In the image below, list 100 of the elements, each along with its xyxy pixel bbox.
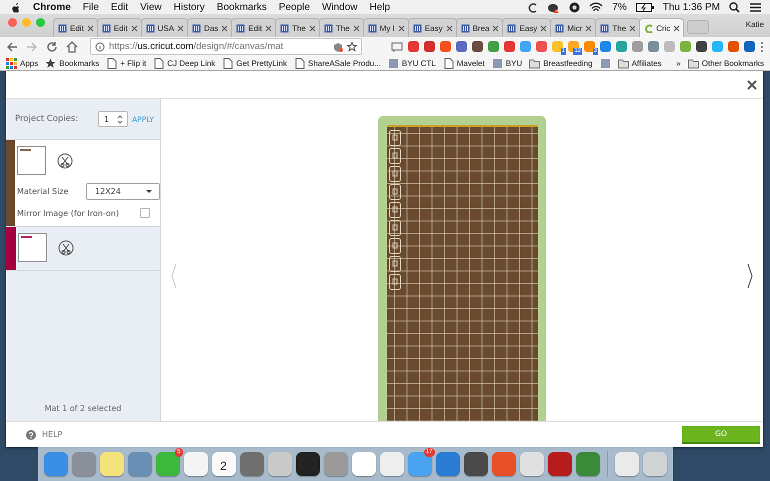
app-icon[interactable] <box>296 452 320 476</box>
close-icon[interactable] <box>86 24 94 32</box>
menu-item[interactable]: People <box>278 2 310 12</box>
help-link[interactable]: HELP <box>42 430 62 439</box>
copies-field[interactable]: 1 <box>98 111 128 127</box>
tab-title: Edit <box>248 24 262 32</box>
extension-icon[interactable] <box>408 41 419 52</box>
tab-title: The <box>292 24 306 32</box>
favicon-icon <box>280 24 290 32</box>
stepper-icon[interactable] <box>117 114 124 124</box>
copies-label: Project Copies: <box>15 114 80 124</box>
close-icon[interactable] <box>308 24 316 32</box>
menu-item[interactable]: Bookmarks <box>216 2 267 12</box>
extension-icon[interactable] <box>696 41 707 52</box>
extension-icon[interactable] <box>504 41 515 52</box>
apps-icon[interactable] <box>6 58 17 68</box>
app-menu[interactable]: Chrome <box>33 2 71 12</box>
favicon-icon <box>192 24 202 32</box>
star-icon[interactable] <box>45 58 56 68</box>
tab-title: Cric <box>656 24 670 32</box>
menu-item[interactable]: Help <box>370 2 390 12</box>
favicon-icon <box>644 24 654 32</box>
menu-item[interactable]: Window <box>322 2 358 12</box>
tab-title: My I <box>380 24 395 32</box>
help-icon[interactable] <box>26 430 36 440</box>
bookmark-link[interactable]: Apps <box>20 58 38 68</box>
close-icon[interactable] <box>265 24 272 32</box>
tab-title: Edit <box>114 24 128 32</box>
bookmark-link[interactable]: BYU <box>506 58 522 68</box>
tab-title: Edit <box>70 24 84 32</box>
close-icon[interactable] <box>221 24 228 32</box>
extension-icon[interactable] <box>424 41 435 52</box>
back-icon[interactable] <box>6 40 18 52</box>
bookmark-link[interactable]: Other Bookmarks <box>702 58 764 68</box>
mat-thumbnail[interactable] <box>17 146 46 175</box>
close-icon[interactable] <box>585 24 592 32</box>
extension-icon[interactable] <box>744 41 755 52</box>
close-icon[interactable] <box>446 24 453 32</box>
menu-icon[interactable] <box>749 2 762 12</box>
app-icon[interactable]: 2 <box>212 452 236 476</box>
close-icon[interactable] <box>130 24 138 32</box>
favicon-icon <box>324 24 333 32</box>
battery-percent: 7% <box>612 2 627 12</box>
close-icon[interactable] <box>398 24 405 32</box>
menu-item[interactable]: Edit <box>110 2 128 12</box>
site-icon[interactable] <box>492 58 503 68</box>
home-icon[interactable] <box>66 40 78 52</box>
apple-icon[interactable] <box>10 2 21 12</box>
extension-icon[interactable] <box>456 41 467 52</box>
material-size-select[interactable]: 12X24 <box>86 183 160 200</box>
mat-item[interactable] <box>6 227 160 271</box>
chevron-right-icon[interactable] <box>747 263 753 289</box>
bookmark-link[interactable]: CJ Deep Link <box>167 58 216 68</box>
more-icon[interactable] <box>760 40 764 52</box>
bookmark-link[interactable]: + Flip it <box>120 58 146 68</box>
favicon-icon <box>236 24 246 32</box>
search-icon[interactable] <box>729 2 740 12</box>
menu-item[interactable]: History <box>174 2 205 12</box>
crescent-icon[interactable] <box>527 2 538 12</box>
browser-tab[interactable]: Edit <box>53 18 98 37</box>
close-icon[interactable] <box>352 24 360 32</box>
tab-title: Easy <box>424 24 443 32</box>
cast-icon[interactable] <box>391 40 403 52</box>
site-icon[interactable] <box>388 58 399 68</box>
profile-name[interactable]: Katie <box>746 20 764 29</box>
battery-icon[interactable] <box>636 2 654 12</box>
close-icon[interactable] <box>747 80 757 90</box>
mat-thumbnail[interactable] <box>18 233 47 262</box>
star-icon[interactable] <box>347 42 357 52</box>
menu-item[interactable]: File <box>82 2 99 12</box>
overflow-chevron[interactable]: » <box>676 58 681 68</box>
shield-icon[interactable] <box>333 42 343 52</box>
site-icon[interactable] <box>600 58 611 68</box>
close-icon[interactable] <box>492 24 500 32</box>
favicon-icon <box>460 24 470 32</box>
scissors-icon[interactable] <box>58 240 74 256</box>
close-icon[interactable] <box>177 24 184 32</box>
scissors-icon[interactable] <box>57 152 73 168</box>
reload-icon[interactable] <box>46 40 58 52</box>
close-icon[interactable] <box>540 24 548 32</box>
extension-icon[interactable] <box>472 41 483 52</box>
bookmark-link[interactable]: Breastfeeding <box>543 58 593 68</box>
bookmark-link[interactable]: BYU CTL <box>402 58 436 68</box>
browser-tab[interactable]: Cric <box>639 18 684 37</box>
tab-title: The <box>612 24 626 32</box>
close-icon[interactable] <box>629 24 636 32</box>
menubar-clock[interactable]: Thu 1:36 PM <box>662 2 720 12</box>
bookmark-link[interactable]: Mavelet <box>456 58 485 68</box>
close-icon[interactable] <box>673 24 680 32</box>
mat-item[interactable]: Material Size 12X24 Mirror Image (for Iron-on) <box>6 140 160 227</box>
menu-item[interactable]: View <box>140 2 162 12</box>
bookmark-link[interactable]: Get PrettyLink <box>236 58 287 68</box>
info-icon[interactable] <box>95 42 105 52</box>
address-bar[interactable]: https://us.cricut.com/design/#/canvas/mat <box>90 38 362 55</box>
bookmark-link[interactable]: ShareASale Produ... <box>308 58 381 68</box>
wifi-icon[interactable] <box>589 2 604 12</box>
bookmark-link[interactable]: Affiliates <box>632 58 662 68</box>
bookmark-link[interactable]: Bookmarks <box>59 58 100 68</box>
mirror-checkbox[interactable] <box>140 208 150 218</box>
app-icon[interactable] <box>464 452 488 476</box>
